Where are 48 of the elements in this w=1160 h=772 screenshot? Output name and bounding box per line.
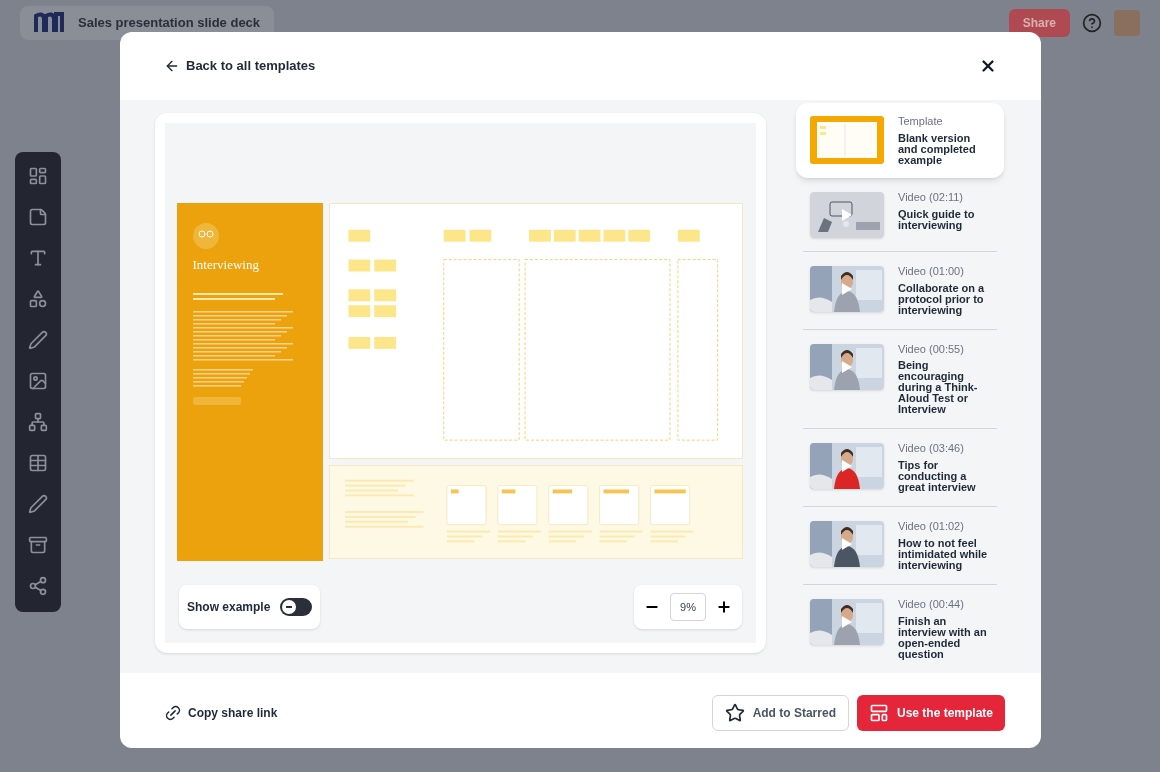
resource-title: Collaborate on a protocol prior to interviewing bbox=[898, 282, 986, 316]
resource-item[interactable]: Video (00:55) Being encouraging during a Think-Aloud Test or Interview bbox=[796, 329, 1004, 429]
resource-item[interactable]: Template Blank version and completed example bbox=[796, 103, 1004, 178]
tool-icon[interactable] bbox=[28, 248, 48, 268]
resource-item[interactable]: Video (00:44) Finish an interview with an open-ended question bbox=[796, 584, 1004, 673]
resource-type: Video (02:11) bbox=[898, 190, 965, 205]
resource-title: Quick guide to interviewing bbox=[898, 208, 976, 231]
resource-title: Being encouraging during a Think-Aloud Test or Interview bbox=[898, 360, 979, 416]
document-title: Interviewing bbox=[192, 256, 260, 274]
help-icon[interactable] bbox=[1082, 13, 1102, 33]
resource-item[interactable]: Video (03:46) Tips for conducting a great interview bbox=[796, 429, 1004, 506]
tool-icon[interactable] bbox=[28, 576, 48, 596]
zoom-in-icon[interactable] bbox=[716, 599, 732, 615]
resource-type: Template bbox=[898, 115, 944, 129]
resource-item[interactable]: Video (01:00) Collaborate on a protocol prior to interviewing bbox=[796, 251, 1004, 329]
resource-title: How to not feel intimidated while interviewing bbox=[898, 537, 989, 571]
template-icon bbox=[868, 702, 889, 723]
show-example-toggle[interactable] bbox=[280, 598, 313, 616]
logo-icon[interactable] bbox=[34, 12, 64, 34]
show-example-label: Show example bbox=[187, 599, 271, 616]
resource-type: Video (00:55) bbox=[898, 342, 965, 357]
tool-icon[interactable] bbox=[28, 453, 48, 473]
resource-type: Video (00:44) bbox=[898, 597, 965, 612]
resource-item[interactable]: Video (02:11) Quick guide to interviewing bbox=[796, 177, 1004, 251]
resource-title: Tips for conducting a great interview bbox=[898, 460, 977, 493]
copy-link-button[interactable]: Copy share link bbox=[164, 703, 278, 722]
tool-icon[interactable] bbox=[28, 330, 48, 350]
tool-icon[interactable] bbox=[28, 412, 48, 432]
star-icon bbox=[724, 702, 745, 723]
back-link[interactable]: Back to all templates bbox=[164, 56, 316, 76]
tool-icon[interactable] bbox=[28, 166, 48, 186]
use-template-button[interactable]: Use the template bbox=[856, 694, 1005, 731]
resource-title: Finish an interview with an open-ended question bbox=[898, 615, 988, 660]
tool-icon[interactable] bbox=[28, 371, 48, 391]
tool-icon[interactable] bbox=[28, 494, 48, 514]
tool-icon[interactable] bbox=[28, 535, 48, 555]
close-icon[interactable] bbox=[979, 57, 997, 75]
resource-type: Video (01:02) bbox=[898, 520, 965, 534]
tool-icon[interactable] bbox=[28, 289, 48, 309]
zoom-value[interactable]: 9% bbox=[670, 592, 706, 622]
tool-icon[interactable] bbox=[28, 207, 48, 227]
resource-type: Video (01:00) bbox=[898, 264, 965, 279]
resource-title: Blank version and completed example bbox=[898, 132, 977, 166]
resource-type: Video (03:46) bbox=[898, 442, 965, 456]
resource-item[interactable]: Video (01:02) How to not feel intimidated while interviewing bbox=[796, 507, 1004, 584]
add-starred-button[interactable]: Add to Starred bbox=[711, 694, 849, 731]
people-icon bbox=[192, 223, 219, 249]
board-title[interactable]: Sales presentation slide deck bbox=[78, 13, 261, 33]
